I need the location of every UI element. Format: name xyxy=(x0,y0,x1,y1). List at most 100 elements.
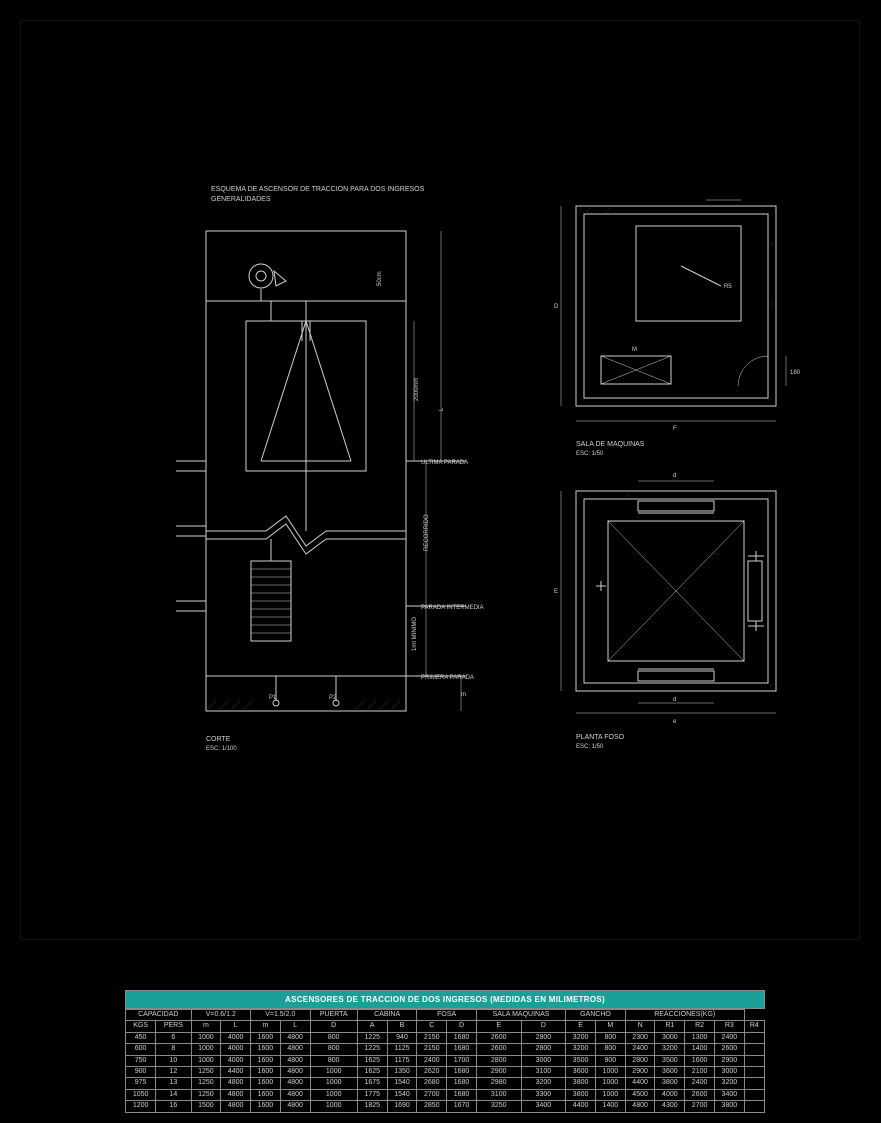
table-cell: 1680 xyxy=(447,1032,477,1043)
sub-header: R4 xyxy=(744,1021,764,1032)
label-L: L xyxy=(439,407,445,411)
sub-header: PERS xyxy=(156,1021,191,1032)
table-cell: 1000 xyxy=(595,1078,625,1089)
table-cell: 1600 xyxy=(251,1089,281,1100)
table-cell: 3600 xyxy=(655,1066,685,1077)
table-cell: 3000 xyxy=(655,1032,685,1043)
table-cell: 2700 xyxy=(685,1101,715,1112)
mr-caption2: ESC: 1/50 xyxy=(576,451,604,457)
table-cell: 2600 xyxy=(714,1044,744,1055)
spec-table: CAPACIDADV=0.6/1.2V=1.5/2.0PUERTACABINAF… xyxy=(125,1009,765,1113)
sub-header: m xyxy=(191,1021,221,1032)
table-cell: 6 xyxy=(156,1032,191,1043)
label-ultima: ULTIMA PARADA xyxy=(421,460,468,466)
table-cell: 1000 xyxy=(310,1101,357,1112)
table-cell: 2400 xyxy=(685,1078,715,1089)
table-cell: 2900 xyxy=(714,1055,744,1066)
pf-d-bot: d xyxy=(673,697,676,703)
sub-header: R3 xyxy=(714,1021,744,1032)
table-cell: 1000 xyxy=(310,1078,357,1089)
table-cell: 1600 xyxy=(251,1032,281,1043)
table-cell xyxy=(744,1032,764,1043)
table-cell: 2600 xyxy=(476,1044,521,1055)
table-cell: 1670 xyxy=(447,1101,477,1112)
table-cell: 1000 xyxy=(191,1044,221,1055)
group-header: V=1.5/2.0 xyxy=(251,1010,311,1021)
table-cell: 4800 xyxy=(280,1066,310,1077)
mr-R5: R5 xyxy=(724,284,732,290)
table-cell: 2620 xyxy=(417,1066,447,1077)
table-row: 1200161500480016004800100018251690285016… xyxy=(126,1101,765,1112)
group-header: GANCHO xyxy=(566,1010,626,1021)
table-cell: 1625 xyxy=(357,1066,387,1077)
table-cell: 2900 xyxy=(625,1066,655,1077)
table-cell: 1500 xyxy=(191,1101,221,1112)
table-cell: 12 xyxy=(156,1066,191,1077)
sub-header: C xyxy=(417,1021,447,1032)
sub-header: E xyxy=(476,1021,521,1032)
table-cell xyxy=(744,1101,764,1112)
table-cell: 3800 xyxy=(655,1078,685,1089)
table-cell: 3400 xyxy=(714,1089,744,1100)
table-title: ASCENSORES DE TRACCION DE DOS INGRESOS (… xyxy=(125,990,765,1009)
table-cell: 4500 xyxy=(625,1089,655,1100)
table-cell: 4000 xyxy=(221,1032,251,1043)
table-cell: 3500 xyxy=(566,1055,596,1066)
sub-header: L xyxy=(221,1021,251,1032)
sub-header: A xyxy=(357,1021,387,1032)
table-row: 6008100040001600480080012251125215016802… xyxy=(126,1044,765,1055)
table-cell: 4000 xyxy=(221,1044,251,1055)
mr-180: 180 xyxy=(790,370,801,376)
table-cell: 4000 xyxy=(655,1089,685,1100)
sub-header: D xyxy=(521,1021,566,1032)
table-cell: 3000 xyxy=(714,1066,744,1077)
table-cell: 1225 xyxy=(357,1032,387,1043)
table-cell: 2150 xyxy=(417,1032,447,1043)
group-header: REACCIONES(KG) xyxy=(625,1010,744,1021)
table-cell: 1600 xyxy=(251,1078,281,1089)
table-cell: 3200 xyxy=(566,1032,596,1043)
pf-caption2: ESC: 1/50 xyxy=(576,744,604,750)
table-cell: 1680 xyxy=(447,1089,477,1100)
label-intermedia: PARADA INTERMEDIA xyxy=(421,605,484,611)
table-cell: 8 xyxy=(156,1044,191,1055)
section-caption1: CORTE xyxy=(206,736,231,743)
table-cell: 1000 xyxy=(310,1089,357,1100)
table-cell: 4000 xyxy=(221,1055,251,1066)
table-cell: 1680 xyxy=(447,1078,477,1089)
table-cell: 1000 xyxy=(191,1055,221,1066)
table-cell: 3800 xyxy=(566,1089,596,1100)
header-title-1: ESQUEMA DE ASCENSOR DE TRACCION PARA DOS… xyxy=(211,186,425,193)
table-cell: 2900 xyxy=(476,1066,521,1077)
table-cell: 900 xyxy=(595,1055,625,1066)
table-cell: 2300 xyxy=(625,1032,655,1043)
table-cell: 2600 xyxy=(476,1032,521,1043)
table-cell: 800 xyxy=(310,1044,357,1055)
table-cell: 1050 xyxy=(126,1089,156,1100)
table-cell: 4400 xyxy=(221,1066,251,1077)
table-cell: 3200 xyxy=(714,1078,744,1089)
table-row: 9751312504800160048001000167515402680168… xyxy=(126,1078,765,1089)
table-cell: 3300 xyxy=(521,1089,566,1100)
table-cell: 3800 xyxy=(714,1101,744,1112)
table-cell: 1000 xyxy=(310,1066,357,1077)
table-row: 1050141250480016004800100017751540270016… xyxy=(126,1089,765,1100)
table-cell: 1000 xyxy=(595,1089,625,1100)
table-cell: 3250 xyxy=(476,1101,521,1112)
table-cell: 900 xyxy=(126,1066,156,1077)
machine-room-view: F D M R5 180 SALA DE MAQUINAS ESC: 1/50 xyxy=(554,200,801,457)
table-cell: 1200 xyxy=(126,1101,156,1112)
table-cell: 1625 xyxy=(357,1055,387,1066)
table-cell: 1125 xyxy=(387,1044,417,1055)
table-cell: 2800 xyxy=(625,1055,655,1066)
table-cell: 10 xyxy=(156,1055,191,1066)
table-cell: 2800 xyxy=(476,1055,521,1066)
table-cell xyxy=(744,1055,764,1066)
sub-header: D xyxy=(447,1021,477,1032)
label-primera: PRIMERA PARADA xyxy=(421,675,474,681)
pf-E: E xyxy=(554,589,558,595)
group-header: V=0.6/1.2 xyxy=(191,1010,251,1021)
table-cell: 1600 xyxy=(251,1044,281,1055)
table-cell: 3200 xyxy=(655,1044,685,1055)
label-50cm: 50cm xyxy=(377,271,383,286)
